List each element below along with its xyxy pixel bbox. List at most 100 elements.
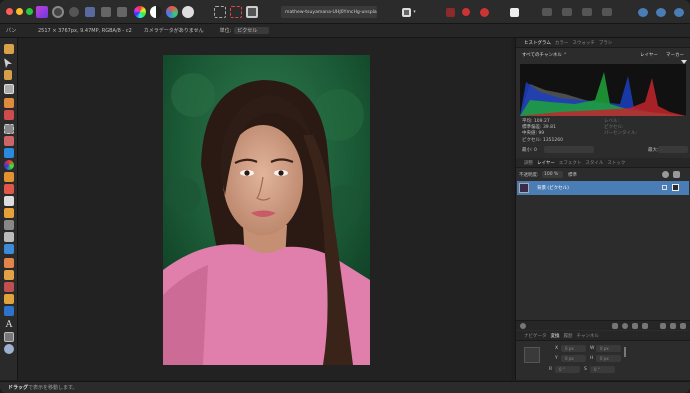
context-tool-label: パン — [6, 28, 17, 34]
layer-lock-toggle-icon[interactable] — [662, 185, 667, 190]
tab-layers[interactable]: レイヤー — [537, 160, 555, 166]
anchor-point-selector[interactable] — [524, 347, 540, 363]
add-layer-icon[interactable] — [670, 323, 676, 329]
layer-row-background[interactable]: 背景 (ピクセル) — [517, 181, 689, 195]
assistant-icon[interactable] — [636, 5, 650, 19]
y-field[interactable]: 0 px — [561, 355, 586, 362]
layers-tabs: 調整 レイヤー エフェクト スタイル ストック — [516, 158, 690, 168]
unit-select[interactable]: ピクセル — [234, 27, 270, 34]
color-picker-icon[interactable] — [4, 70, 12, 80]
zoom-tool-icon[interactable] — [4, 344, 14, 354]
crop-tool-icon[interactable] — [4, 84, 14, 94]
x-field[interactable]: 0 px — [561, 345, 586, 352]
color-wheel-icon[interactable] — [134, 5, 146, 19]
layer-visibility-checkbox[interactable] — [672, 184, 679, 191]
tab-stock[interactable]: ストック — [607, 160, 625, 166]
blemish-tool-icon[interactable] — [4, 294, 14, 304]
hsl-icon[interactable] — [166, 5, 178, 19]
white-balance-icon[interactable] — [182, 5, 194, 19]
tab-adjustments[interactable]: 調整 — [524, 160, 533, 166]
gradient-tool-icon[interactable] — [4, 160, 14, 170]
document-canvas[interactable] — [18, 38, 511, 380]
burn-brush-icon[interactable] — [4, 220, 14, 230]
mask-layer-icon[interactable] — [612, 323, 618, 329]
tab-color[interactable]: カラー — [555, 40, 569, 46]
erase-brush-icon[interactable] — [4, 196, 14, 206]
view-tool-icon[interactable] — [4, 332, 14, 342]
tab-styles[interactable]: スタイル — [585, 160, 603, 166]
smudge-brush-icon[interactable] — [4, 232, 14, 242]
tab-histogram[interactable]: ヒストグラム — [524, 40, 551, 46]
minimize-window-button[interactable] — [16, 8, 23, 15]
tab-navigator[interactable]: ナビゲータ — [524, 333, 547, 339]
arrange-icon[interactable] — [540, 5, 554, 19]
blend-ranges-icon[interactable] — [520, 323, 526, 329]
delete-layer-icon[interactable] — [680, 323, 686, 329]
layer-settings-icon[interactable] — [662, 171, 669, 178]
channel-select[interactable]: すべてのチャンネル ⌃ — [522, 52, 567, 58]
levels-icon[interactable] — [150, 5, 162, 19]
artistic-text-icon[interactable]: A — [4, 320, 14, 330]
marquee-tool-icon[interactable] — [4, 124, 14, 134]
force-pixel-icon[interactable] — [476, 5, 492, 19]
marquee-icon[interactable] — [214, 5, 226, 19]
selection-brush-icon[interactable] — [230, 5, 242, 19]
max-field[interactable] — [658, 146, 688, 153]
adjustment-icon[interactable] — [622, 323, 628, 329]
live-filter-icon[interactable] — [642, 323, 648, 329]
min-field[interactable] — [544, 146, 594, 153]
link-aspect-icon[interactable] — [624, 347, 626, 357]
rotation-field[interactable]: 0 ° — [555, 366, 580, 373]
w-field[interactable]: 0 px — [596, 345, 621, 352]
camera-data: カメラデータがありません — [143, 28, 204, 34]
zoom-window-button[interactable] — [26, 8, 33, 15]
h-field[interactable]: 0 px — [596, 355, 621, 362]
flood-fill-icon[interactable] — [4, 148, 14, 158]
preferences-icon[interactable] — [654, 5, 668, 19]
opacity-field[interactable]: 100 % — [542, 171, 564, 178]
blend-mode-select[interactable]: 標準 — [568, 172, 577, 178]
close-window-button[interactable] — [6, 8, 13, 15]
persona-photo-icon[interactable] — [52, 5, 64, 19]
sponge-brush-icon[interactable] — [4, 244, 14, 254]
layer-lock-icon[interactable] — [673, 171, 680, 178]
paint-brush-icon[interactable] — [4, 172, 14, 182]
move-tool-icon[interactable] — [4, 58, 12, 68]
red-dot-icon[interactable] — [460, 5, 472, 19]
persona-liquify-icon[interactable] — [68, 5, 80, 19]
layer-button[interactable]: レイヤー — [640, 52, 658, 58]
arrange-back-icon[interactable] — [580, 5, 594, 19]
studio-icon[interactable] — [672, 5, 686, 19]
rectangle-tool-icon[interactable] — [4, 306, 14, 316]
tab-swatches[interactable]: スウォッチ — [572, 40, 595, 46]
quick-mask-icon[interactable] — [246, 5, 258, 19]
freehand-select-icon[interactable] — [4, 136, 14, 146]
fx-icon[interactable] — [632, 323, 638, 329]
arrange-forward-icon[interactable] — [560, 5, 574, 19]
shear-field[interactable]: 0 ° — [590, 366, 615, 373]
clone-brush-icon[interactable] — [4, 184, 14, 194]
patch-tool-icon[interactable] — [4, 270, 14, 280]
hand-tool-icon[interactable] — [4, 44, 14, 54]
tab-channels[interactable]: チャンネル — [577, 333, 599, 339]
app-logo-icon[interactable] — [36, 5, 48, 19]
group-folder-icon[interactable] — [660, 323, 666, 329]
snapping-icon[interactable] — [444, 5, 456, 19]
flood-select-icon[interactable] — [4, 110, 14, 120]
persona-export-icon[interactable] — [116, 5, 128, 19]
persona-develop-icon[interactable] — [84, 5, 96, 19]
tab-transform[interactable]: 変換 — [551, 333, 560, 339]
tab-brushes[interactable]: ブラシ — [599, 40, 612, 46]
marker-button[interactable]: マーカー — [666, 52, 684, 58]
healing-brush-icon[interactable] — [4, 258, 14, 268]
tab-effects[interactable]: エフェクト — [559, 160, 582, 166]
tab-history[interactable]: 履歴 — [564, 333, 573, 339]
view-grid-icon[interactable] — [600, 5, 614, 19]
dodge-brush-icon[interactable] — [4, 208, 14, 218]
selection-brush-tool-icon[interactable] — [4, 98, 14, 108]
document-tab[interactable]: mathew-tsuyamana-UHJ0YmcHg-unspla — [281, 6, 377, 18]
persona-tone-map-icon[interactable] — [100, 5, 112, 19]
text-tool-icon[interactable] — [508, 5, 520, 19]
view-mode-icon[interactable]: ▾ — [400, 5, 418, 19]
red-eye-icon[interactable] — [4, 282, 14, 292]
